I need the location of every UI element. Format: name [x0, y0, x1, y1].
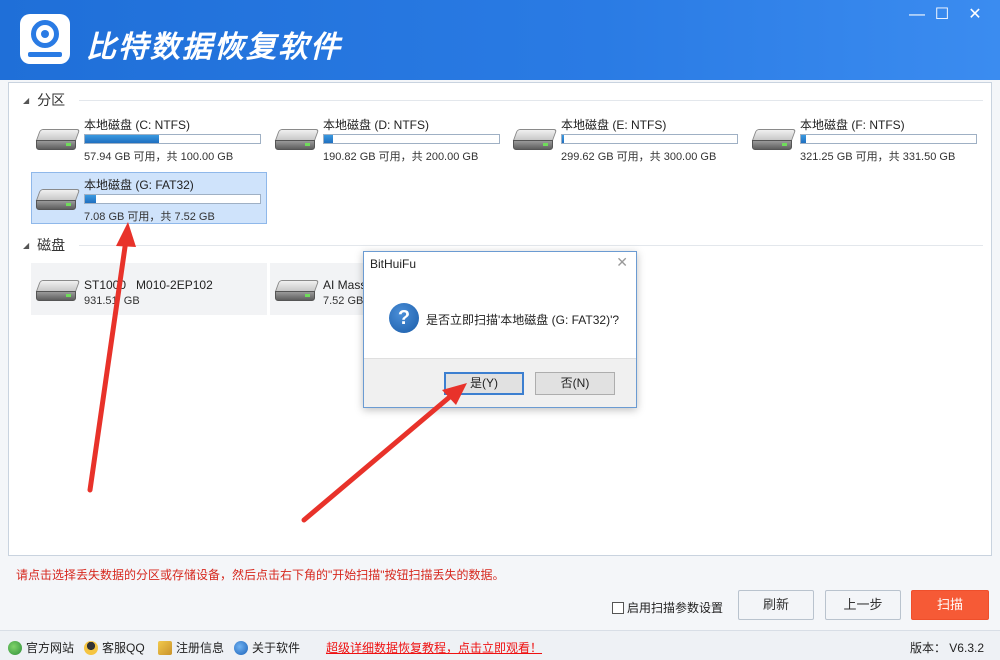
app-logo-icon [20, 14, 70, 64]
hard-drive-icon [274, 280, 320, 304]
partition-capacity: 190.82 GB 可用，共 200.00 GB [323, 151, 479, 163]
dialog-message: 是否立即扫描'本地磁盘 (G: FAT32)'? [426, 313, 620, 327]
refresh-button[interactable]: 刷新 [738, 590, 814, 620]
tutorial-link[interactable]: 超级详细数据恢复教程，点击立即观看！ [326, 639, 542, 656]
info-icon [234, 640, 248, 655]
usage-bar [800, 134, 977, 144]
partition-name: 本地磁盘 (D: NTFS) [323, 118, 429, 132]
partition-name: 本地磁盘 (G: FAT32) [84, 178, 194, 192]
dialog-title: BitHuiFu [370, 257, 417, 271]
partition-f[interactable]: 本地磁盘 (F: NTFS) 321.25 GB 可用，共 331.50 GB [747, 112, 983, 164]
disk-name: ST1000MM010-2EP102 [84, 278, 213, 292]
yes-button[interactable]: 是(Y) [444, 372, 524, 395]
version-label: 版本： V6.3.2 [909, 641, 984, 655]
partition-d[interactable]: 本地磁盘 (D: NTFS) 190.82 GB 可用，共 200.00 GB [270, 112, 506, 164]
partition-name: 本地磁盘 (C: NTFS) [84, 118, 190, 132]
usage-bar [561, 134, 738, 144]
scan-button[interactable]: 扫描 [911, 590, 989, 620]
register-info-link[interactable]: 注册信息 [158, 639, 224, 656]
hard-drive-icon [512, 129, 558, 153]
scan-params-checkbox[interactable] [612, 601, 624, 614]
usage-bar [323, 134, 500, 144]
hard-drive-icon [35, 189, 81, 213]
support-label: 客服QQ [102, 641, 145, 655]
close-button[interactable]: ✕ [960, 4, 990, 26]
dialog-footer: 是(Y) 否(N) [364, 358, 636, 407]
website-link[interactable]: 官方网站 [8, 639, 74, 656]
partition-capacity: 321.25 GB 可用，共 331.50 GB [800, 151, 956, 163]
hard-drive-icon [35, 280, 81, 304]
usage-bar [84, 194, 261, 204]
hard-drive-icon [35, 129, 81, 153]
about-link[interactable]: 关于软件 [234, 639, 300, 656]
disk-capacity: 931.51_GB [84, 295, 140, 307]
partition-e[interactable]: 本地磁盘 (E: NTFS) 299.62 GB 可用，共 300.00 GB [508, 112, 744, 164]
register-label: 注册信息 [176, 641, 225, 655]
no-button[interactable]: 否(N) [535, 372, 615, 395]
dialog-close-icon[interactable]: ✕ [616, 254, 628, 271]
partitions-section-header[interactable]: ◢ 分区 [23, 90, 65, 110]
disks-section-header[interactable]: ◢ 磁盘 [23, 235, 65, 255]
title-bar: 比特数据恢复软件 — ☐ ✕ [0, 0, 1000, 80]
disk-capacity: 7.52 GB [323, 295, 364, 307]
partition-g[interactable]: 本地磁盘 (G: FAT32) 7.08 GB 可用，共 7.52 GB [31, 172, 267, 224]
partition-name: 本地磁盘 (E: NTFS) [561, 118, 667, 132]
collapse-triangle-icon: ◢ [23, 240, 30, 250]
qq-penguin-icon [84, 640, 98, 655]
collapse-triangle-icon: ◢ [23, 95, 30, 105]
globe-icon [8, 640, 22, 655]
disk-st1000[interactable]: ST1000MM010-2EP102 931.51_GB [31, 263, 267, 315]
status-bar: 官方网站 客服QQ 注册信息 关于软件 超级详细数据恢复教程，点击立即观看！ 版… [0, 630, 1000, 660]
partition-capacity: 7.08 GB 可用，共 7.52 GB [84, 211, 215, 223]
app-title: 比特数据恢复软件 [86, 30, 342, 65]
key-icon [158, 640, 172, 655]
partition-c[interactable]: 本地磁盘 (C: NTFS) 57.94 GB 可用，共 100.00 GB [31, 112, 267, 164]
scan-params-label: 启用扫描参数设置 [627, 601, 724, 615]
website-label: 官方网站 [26, 641, 75, 655]
usage-bar [84, 134, 261, 144]
scan-confirm-dialog: BitHuiFu ✕ ? 是否立即扫描'本地磁盘 (G: FAT32)'? 是(… [363, 251, 637, 408]
question-icon: ? [389, 303, 419, 333]
partitions-label: 分区 [37, 92, 66, 108]
scan-params-option[interactable]: 启用扫描参数设置 [612, 599, 723, 616]
partition-name: 本地磁盘 (F: NTFS) [800, 118, 905, 132]
instruction-hint: 请点击选择丢失数据的分区或存储设备，然后点击右下角的"开始扫描"按钮扫描丢失的数… [16, 568, 505, 582]
support-qq-link[interactable]: 客服QQ [84, 639, 145, 656]
maximize-button[interactable]: ☐ [927, 4, 957, 26]
partition-capacity: 57.94 GB 可用，共 100.00 GB [84, 151, 234, 163]
disks-label: 磁盘 [37, 237, 66, 253]
section-divider [79, 245, 983, 246]
section-divider [79, 100, 983, 101]
partition-capacity: 299.62 GB 可用，共 300.00 GB [561, 151, 717, 163]
hard-drive-icon [274, 129, 320, 153]
hard-drive-icon [751, 129, 797, 153]
back-button[interactable]: 上一步 [825, 590, 901, 620]
about-label: 关于软件 [252, 641, 301, 655]
disk-ai-mass[interactable]: AI Mass S 7.52 GB [270, 263, 378, 315]
